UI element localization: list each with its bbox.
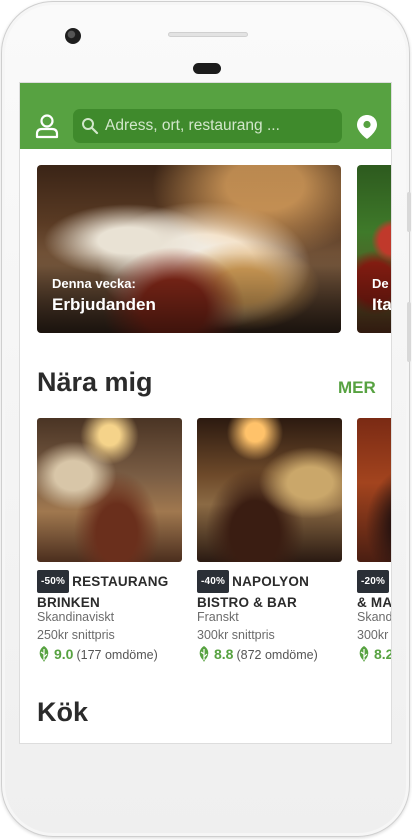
review-count: (177 omdöme) — [76, 648, 158, 662]
location-pin-icon[interactable] — [356, 114, 378, 140]
front-camera — [65, 28, 81, 44]
restaurant-card[interactable]: -20% & MA Skand 300kr 8.2 — [357, 418, 392, 668]
promo-overlay — [357, 253, 391, 333]
promo-title: Ita — [372, 295, 392, 314]
rating-value: 9.0 — [54, 646, 74, 662]
price-label: 300kr snittpris — [197, 628, 275, 642]
promo-card-offers[interactable]: Denna vecka: Erbjudanden — [37, 165, 341, 333]
rating-value: 8.2 — [374, 646, 392, 662]
restaurant-photo — [37, 418, 182, 562]
cuisine-label: Franskt — [197, 610, 239, 624]
discount-badge: -20% — [357, 570, 390, 593]
user-icon[interactable] — [34, 113, 60, 139]
rating: 8.8 (872 omdöme) — [197, 646, 318, 662]
restaurant-photo — [357, 418, 391, 562]
search-icon — [81, 117, 99, 135]
leaf-rating-icon — [357, 646, 371, 662]
promo-overlay — [37, 253, 341, 333]
rating: 8.2 — [357, 646, 392, 662]
leaf-rating-icon — [37, 646, 51, 662]
earpiece-speaker — [168, 32, 248, 37]
nearby-section-title: Nära mig — [37, 367, 153, 397]
rating: 9.0 (177 omdöme) — [37, 646, 158, 662]
search-bar[interactable] — [73, 109, 342, 143]
discount-badge: -40% — [197, 570, 230, 593]
restaurant-card[interactable]: -40% NAPOLYON BISTRO & BAR Franskt 300kr … — [197, 418, 342, 668]
sensor-slot — [193, 63, 221, 74]
discount-badge: -50% — [37, 570, 70, 593]
kitchen-section-title: Kök — [37, 697, 89, 727]
restaurant-card[interactable]: -50% RESTAURANG BRINKEN Skandinaviskt 250… — [37, 418, 182, 668]
rating-value: 8.8 — [214, 646, 234, 662]
promo-subtitle: De — [372, 276, 389, 291]
promo-title: Erbjudanden — [52, 295, 156, 314]
power-button — [407, 302, 411, 362]
more-link[interactable]: MER — [338, 378, 376, 398]
restaurant-photo — [197, 418, 342, 562]
price-label: 250kr snittpris — [37, 628, 115, 642]
promo-card-italian[interactable]: De Ita — [357, 165, 392, 333]
app-bar — [20, 83, 391, 149]
restaurant-name: -50% RESTAURANG BRINKEN — [37, 570, 187, 612]
price-label: 300kr — [357, 628, 389, 642]
cuisine-label: Skandinaviskt — [37, 610, 115, 624]
restaurant-name: -40% NAPOLYON BISTRO & BAR — [197, 570, 347, 612]
search-input[interactable] — [105, 109, 335, 143]
volume-button — [407, 192, 411, 232]
restaurant-name: -20% & MA — [357, 570, 392, 612]
app-screen: Denna vecka: Erbjudanden De Ita Nära mig… — [19, 82, 392, 744]
promo-subtitle: Denna vecka: — [52, 276, 136, 291]
restaurant-name-text: & MA — [357, 595, 392, 610]
cuisine-label: Skand — [357, 610, 392, 624]
leaf-rating-icon — [197, 646, 211, 662]
review-count: (872 omdöme) — [236, 648, 318, 662]
